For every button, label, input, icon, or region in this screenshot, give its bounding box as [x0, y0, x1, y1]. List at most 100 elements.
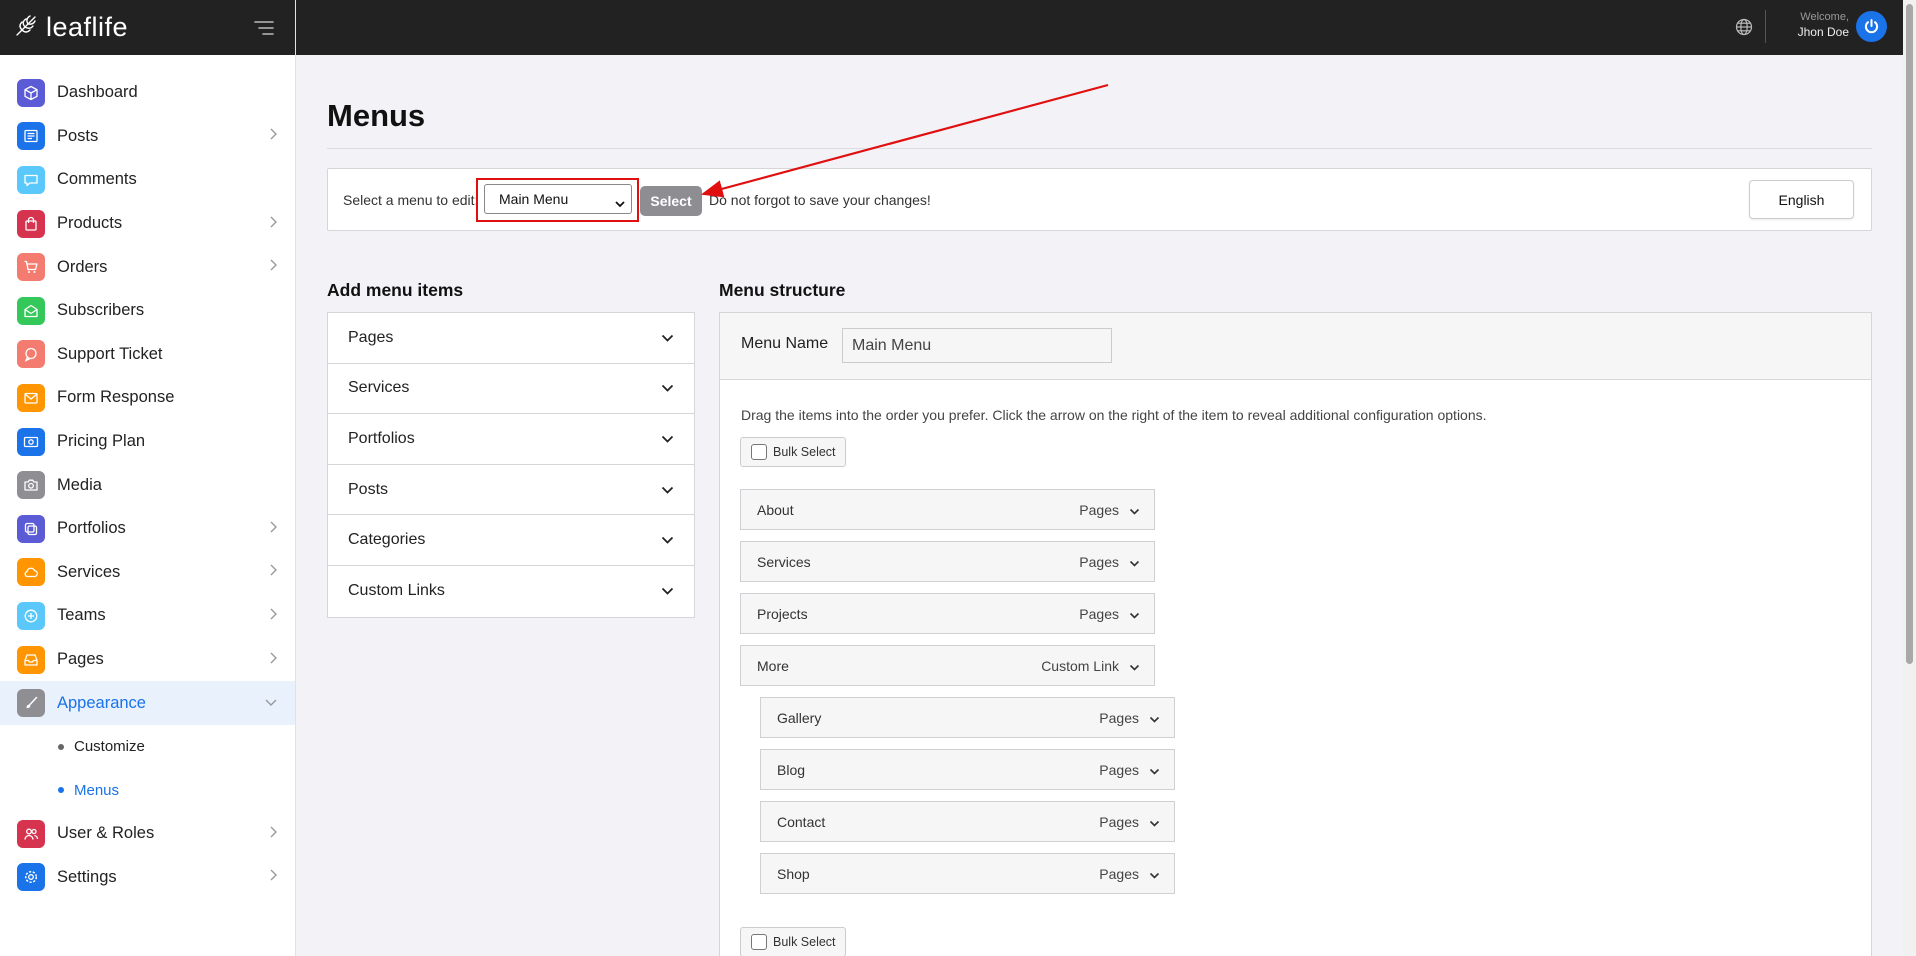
chevron-down-icon[interactable]: [661, 531, 674, 549]
sidebar-item-label: Teams: [57, 606, 106, 625]
menu-select-label: Select a menu to edit:: [343, 192, 479, 208]
sidebar-item-dashboard[interactable]: Dashboard: [0, 71, 295, 115]
sidebar-item-pricing-plan[interactable]: Pricing Plan: [0, 420, 295, 464]
chevron-down-icon[interactable]: [1149, 710, 1160, 726]
sidebar-item-comments[interactable]: Comments: [0, 158, 295, 202]
chevron-down-icon[interactable]: [1129, 502, 1140, 518]
sidebar-item-pages[interactable]: Pages: [0, 638, 295, 682]
menu-item-more[interactable]: More Custom Link: [740, 645, 1155, 686]
menu-name-input[interactable]: [842, 328, 1112, 363]
accordion-custom-links[interactable]: Custom Links: [328, 566, 694, 617]
chevron-down-icon[interactable]: [1149, 762, 1160, 778]
divider: [1765, 10, 1766, 43]
chevron-down-icon[interactable]: [661, 481, 674, 499]
sidebar-item-teams[interactable]: Teams: [0, 594, 295, 638]
sidebar-item-label: Pricing Plan: [57, 432, 146, 451]
copy-icon: [17, 514, 45, 543]
bulk-select-bottom[interactable]: Bulk Select: [740, 927, 846, 956]
language-button[interactable]: English: [1749, 180, 1854, 219]
menu-item-shop[interactable]: Shop Pages: [760, 853, 1175, 894]
chevron-down-icon[interactable]: [1129, 658, 1140, 674]
menu-select-dropdown[interactable]: Main Menu: [484, 184, 632, 214]
inbox-icon: [17, 645, 45, 674]
sidebar-subitem-menus[interactable]: Menus: [0, 769, 295, 813]
sidebar-item-label: Dashboard: [57, 83, 138, 102]
chevron-down-icon[interactable]: [661, 329, 674, 347]
menu-item-title: About: [757, 501, 794, 518]
select-button[interactable]: Select: [640, 186, 702, 216]
brand-name: leaflife: [46, 12, 129, 42]
menu-item-type: Pages: [1099, 813, 1139, 830]
chevron-down-icon: [265, 694, 277, 712]
envelope-icon: [17, 383, 45, 412]
sidebar-item-settings[interactable]: Settings: [0, 856, 295, 900]
add-menu-items-heading: Add menu items: [327, 280, 464, 300]
chevron-down-icon[interactable]: [661, 430, 674, 448]
brand-logo[interactable]: leaflife: [14, 12, 128, 43]
scrollbar-thumb[interactable]: [1906, 4, 1913, 664]
accordion-categories[interactable]: Categories: [328, 515, 694, 566]
accordion-label: Pages: [348, 328, 394, 346]
menu-item-contact[interactable]: Contact Pages: [760, 801, 1175, 842]
menu-item-gallery[interactable]: Gallery Pages: [760, 697, 1175, 738]
sidebar-item-label: Comments: [57, 170, 137, 189]
accordion-label: Posts: [348, 480, 389, 498]
sidebar-item-appearance[interactable]: Appearance: [0, 681, 295, 725]
chevron-down-icon[interactable]: [661, 379, 674, 397]
sidebar-item-products[interactable]: Products: [0, 202, 295, 246]
cloud-icon: [17, 558, 45, 587]
menu-item-blog[interactable]: Blog Pages: [760, 749, 1175, 790]
bulk-select-label: Bulk Select: [773, 935, 836, 949]
sidebar-item-form-response[interactable]: Form Response: [0, 376, 295, 420]
chevron-down-icon[interactable]: [1129, 554, 1140, 570]
bullet-icon: [58, 787, 64, 794]
sidebar-item-label: Orders: [57, 257, 108, 276]
menu-name-label: Menu Name: [741, 335, 829, 352]
page-scrollbar[interactable]: [1903, 0, 1916, 956]
bulk-select-top[interactable]: Bulk Select: [740, 437, 846, 467]
chevron-right-icon: [269, 607, 277, 625]
chevron-down-icon[interactable]: [1149, 814, 1160, 830]
menu-toggle-icon[interactable]: [247, 11, 281, 45]
power-icon[interactable]: [1856, 11, 1887, 42]
menu-item-title: Shop: [777, 865, 810, 882]
accordion-services[interactable]: Services: [328, 364, 694, 415]
menu-item-title: Gallery: [777, 709, 822, 726]
accordion-label: Services: [348, 379, 410, 397]
welcome-text: Welcome,: [1800, 11, 1849, 23]
sidebar-item-label: Form Response: [57, 388, 175, 407]
accordion-label: Portfolios: [348, 429, 415, 447]
newspaper-icon: [17, 122, 45, 151]
sidebar-item-posts[interactable]: Posts: [0, 115, 295, 159]
menu-item-about[interactable]: About Pages: [740, 489, 1155, 530]
sidebar-subitem-customize[interactable]: Customize: [0, 725, 295, 769]
chevron-down-icon[interactable]: [1149, 866, 1160, 882]
chevron-right-icon: [269, 520, 277, 538]
bulk-select-checkbox[interactable]: [751, 934, 767, 950]
add-items-accordion: Pages Services Portfolios Posts Categories Cu…: [327, 312, 695, 618]
menu-item-type: Pages: [1079, 553, 1119, 570]
bulk-select-checkbox[interactable]: [751, 444, 767, 460]
menu-item-services[interactable]: Services Pages: [740, 541, 1155, 582]
globe-icon[interactable]: [1730, 13, 1758, 41]
sidebar-item-label: Services: [57, 562, 121, 581]
chevron-down-icon[interactable]: [1129, 606, 1140, 622]
chevron-down-icon[interactable]: [661, 582, 674, 600]
accordion-portfolios[interactable]: Portfolios: [328, 414, 694, 465]
chevron-right-icon: [269, 215, 277, 233]
sidebar-item-services[interactable]: Services: [0, 551, 295, 595]
accordion-label: Categories: [348, 531, 426, 549]
sidebar-item-subscribers[interactable]: Subscribers: [0, 289, 295, 333]
menu-item-title: More: [757, 657, 789, 674]
sidebar-item-media[interactable]: Media: [0, 463, 295, 507]
accordion-posts[interactable]: Posts: [328, 465, 694, 516]
menu-item-projects[interactable]: Projects Pages: [740, 593, 1155, 634]
accordion-pages[interactable]: Pages: [328, 313, 694, 364]
sidebar-item-orders[interactable]: Orders: [0, 245, 295, 289]
sidebar-item-portfolios[interactable]: Portfolios: [0, 507, 295, 551]
menu-item-title: Blog: [777, 761, 806, 778]
brush-icon: [17, 689, 45, 718]
chevron-right-icon: [269, 651, 277, 669]
sidebar-item-support-ticket[interactable]: Support Ticket: [0, 333, 295, 377]
sidebar-item-user-roles[interactable]: User & Roles: [0, 812, 295, 856]
